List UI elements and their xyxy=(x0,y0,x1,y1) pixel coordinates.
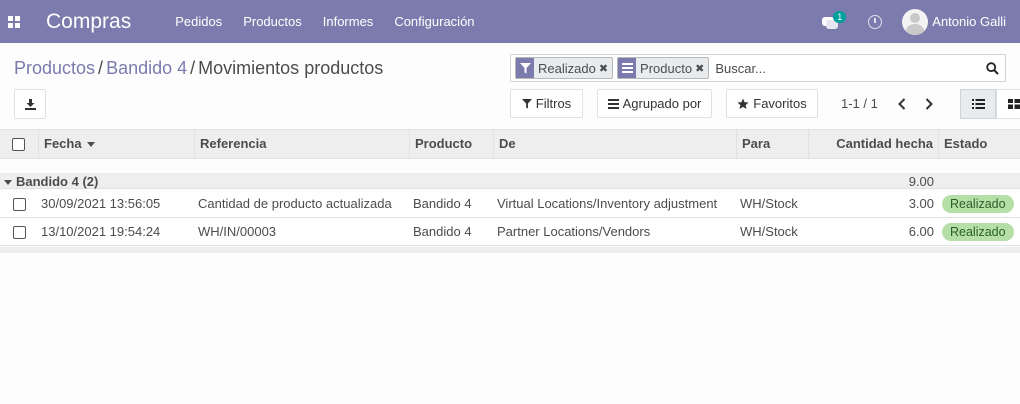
menu-item-configuracion[interactable]: Configuración xyxy=(394,14,474,29)
chat-count-badge: 1 xyxy=(833,10,847,23)
search-facet-realizado: Realizado ✖ xyxy=(515,57,614,79)
menu-item-pedidos[interactable]: Pedidos xyxy=(175,14,222,29)
table-row[interactable]: 13/10/2021 19:54:24 WH/IN/00003 Bandido … xyxy=(0,218,1020,246)
group-by-button[interactable]: Agrupado por xyxy=(597,89,712,118)
sort-desc-icon xyxy=(86,142,95,148)
clock-icon[interactable] xyxy=(868,14,883,29)
list-view-icon[interactable] xyxy=(960,89,996,119)
column-header-cantidad-hecha[interactable]: Cantidad hecha xyxy=(808,130,938,158)
cell-de: Virtual Locations/Inventory adjustment xyxy=(497,196,718,211)
cell-para: WH/Stock xyxy=(740,196,798,211)
search-input[interactable] xyxy=(713,60,979,76)
breadcrumb-item-bandido-4[interactable]: Bandido 4 xyxy=(106,58,187,78)
cell-de: Partner Locations/Vendors xyxy=(497,224,651,239)
moves-table: Fecha Referencia Producto De Para Cantid… xyxy=(0,129,1020,159)
chat-icon[interactable]: 1 xyxy=(822,10,847,29)
menu-item-informes[interactable]: Informes xyxy=(323,14,374,29)
top-navbar: Compras Pedidos Productos Informes Confi… xyxy=(0,0,1020,43)
cell-fecha: 30/09/2021 13:56:05 xyxy=(41,196,161,211)
row-select-cell xyxy=(13,218,26,246)
filters-label: Filtros xyxy=(535,96,572,111)
search-bar: Realizado ✖ Producto ✖ xyxy=(510,54,1006,82)
facet-remove-icon[interactable]: ✖ xyxy=(695,62,704,75)
column-header-producto[interactable]: Producto xyxy=(409,130,493,158)
star-icon xyxy=(737,98,749,110)
breadcrumb-separator: / xyxy=(98,58,104,78)
column-header-fecha[interactable]: Fecha xyxy=(38,130,194,158)
group-row[interactable]: Bandido 4 (2) 9.00 xyxy=(0,165,1020,189)
breadcrumb: Productos / Bandido 4/Movimientos producto… xyxy=(14,58,383,79)
select-all-cell xyxy=(0,130,38,158)
filter-icon xyxy=(516,58,534,78)
chevron-left-icon[interactable] xyxy=(894,94,910,114)
avatar[interactable] xyxy=(902,8,929,35)
page-title: Movimientos productos xyxy=(198,58,384,78)
table-header: Fecha Referencia Producto De Para Cantid… xyxy=(0,129,1020,159)
favorites-label: Favoritos xyxy=(753,96,807,111)
group-by-label: Agrupado por xyxy=(622,96,702,111)
facet-value: Producto xyxy=(640,60,693,76)
pager-value[interactable]: 1-1 / 1 xyxy=(841,96,878,111)
navbar-systray: 1 Antonio Galli xyxy=(822,0,1020,43)
cell-referencia: Cantidad de producto actualizada xyxy=(198,196,392,211)
column-header-para[interactable]: Para xyxy=(736,130,808,158)
filters-button[interactable]: Filtros xyxy=(510,89,583,118)
download-icon xyxy=(24,98,36,110)
column-header-referencia[interactable]: Referencia xyxy=(194,130,409,158)
cell-producto: Bandido 4 xyxy=(413,196,472,211)
cell-producto: Bandido 4 xyxy=(413,224,472,239)
cell-referencia: WH/IN/00003 xyxy=(198,224,277,239)
row-checkbox[interactable] xyxy=(13,226,26,240)
column-header-de[interactable]: De xyxy=(493,130,736,158)
favorites-button[interactable]: Favoritos xyxy=(726,89,818,118)
group-by-icon xyxy=(607,98,619,109)
cell-fecha: 13/10/2021 19:54:24 xyxy=(41,224,161,239)
cell-cantidad: 6.00 xyxy=(908,224,934,239)
caret-down-icon xyxy=(4,180,12,186)
facet-value: Realizado xyxy=(538,60,596,76)
app-title[interactable]: Compras xyxy=(46,10,131,34)
row-checkbox[interactable] xyxy=(13,198,26,212)
row-select-cell xyxy=(13,190,26,218)
cell-cantidad: 3.00 xyxy=(908,196,934,211)
facet-remove-icon[interactable]: ✖ xyxy=(599,62,608,75)
export-button[interactable] xyxy=(14,89,46,119)
status-badge: Realizado xyxy=(942,195,1014,213)
group-by-icon xyxy=(618,58,637,78)
user-name[interactable]: Antonio Galli xyxy=(932,14,1006,29)
group-total: 9.00 xyxy=(908,174,934,189)
main-menu: Pedidos Productos Informes Configuración xyxy=(175,14,495,29)
breadcrumb-item-productos[interactable]: Productos xyxy=(14,58,95,78)
select-all-checkbox[interactable] xyxy=(12,138,25,152)
cell-para: WH/Stock xyxy=(740,224,798,239)
search-facet-producto: Producto ✖ xyxy=(617,57,710,79)
menu-item-productos[interactable]: Productos xyxy=(243,14,302,29)
kanban-view-icon[interactable] xyxy=(996,89,1020,119)
filter-icon xyxy=(521,98,532,109)
view-switcher xyxy=(960,89,1020,119)
magnifier-icon[interactable] xyxy=(979,55,1005,81)
table-footer xyxy=(0,247,1020,253)
status-badge: Realizado xyxy=(942,223,1014,241)
apps-grid-icon[interactable] xyxy=(8,15,22,28)
table-row[interactable]: 30/09/2021 13:56:05 Cantidad de producto… xyxy=(0,190,1020,218)
column-header-estado[interactable]: Estado xyxy=(938,130,1020,158)
group-label: Bandido 4 (2) xyxy=(4,174,98,189)
chevron-right-icon[interactable] xyxy=(921,94,937,114)
breadcrumb-separator: / xyxy=(190,58,196,78)
